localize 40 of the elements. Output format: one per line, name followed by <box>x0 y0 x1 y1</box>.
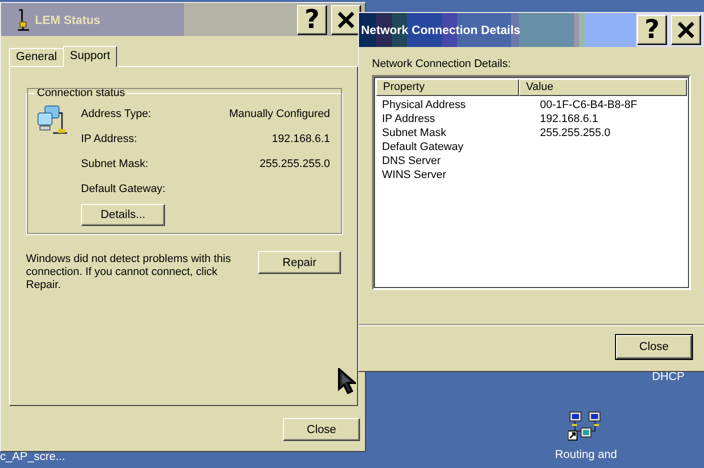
close-icon <box>337 10 355 28</box>
field-value: 255.255.255.0 <box>260 158 330 170</box>
details-button[interactable]: Details... <box>81 204 165 226</box>
value-cell: 192.168.6.1 <box>540 112 598 126</box>
network-cable-icon <box>15 8 31 32</box>
property-cell-text: WINS Server <box>382 168 448 182</box>
help-button[interactable]: ? <box>297 4 327 34</box>
property-cell-text: Default Gateway <box>382 140 464 154</box>
field-label: IP Address: <box>81 133 138 145</box>
field-value: 192.168.6.1 <box>272 133 330 145</box>
icon-label: c_AP_scre... <box>0 451 66 463</box>
property-cell-text: DNS Server <box>382 154 442 168</box>
close-button[interactable]: Close <box>616 335 692 359</box>
value-cell: 00-1F-C6-B4-B8-8F <box>540 98 638 112</box>
property-cell-text: Physical Address <box>382 98 467 112</box>
field-label: Address Type: <box>81 108 152 120</box>
help-button[interactable]: ? <box>637 15 667 45</box>
close-button[interactable]: Close <box>283 418 360 441</box>
window-title: Network Connection Details <box>361 23 522 37</box>
property-cell-text: Subnet Mask <box>382 126 448 140</box>
icon-label: DHCP <box>652 371 685 383</box>
column-header[interactable]: Property <box>376 79 519 96</box>
cursor-icon <box>338 368 356 394</box>
tab[interactable]: General <box>9 48 64 66</box>
status-message: Windows did not detect problems with this connection. If you cannot connect, click Repair. <box>26 253 232 292</box>
field-label: Default Gateway: <box>81 183 166 195</box>
close-button[interactable] <box>671 15 701 45</box>
tab[interactable]: Support <box>62 46 118 67</box>
field-label: Subnet Mask: <box>81 158 148 170</box>
column-header[interactable]: Value <box>519 79 687 96</box>
value-cell: 255.255.255.0 <box>540 126 610 140</box>
repair-button[interactable]: Repair <box>258 251 341 274</box>
group-title: Connection status <box>36 87 126 99</box>
close-icon <box>677 21 695 39</box>
field-value: Manually Configured <box>229 108 330 120</box>
property-cell-text: IP Address <box>382 112 436 126</box>
list-label: Network Connection Details: <box>372 58 512 70</box>
close-button[interactable] <box>331 4 361 34</box>
icon-label: Routing and <box>555 449 618 461</box>
window-title: LEM Status <box>35 12 102 26</box>
